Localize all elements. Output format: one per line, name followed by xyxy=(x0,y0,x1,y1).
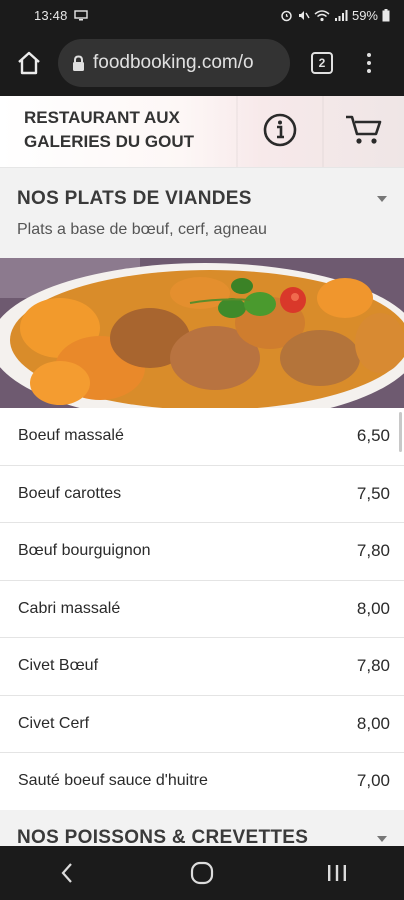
restaurant-header: RESTAURANT AUX GALERIES DU GOUT xyxy=(0,96,404,168)
browser-home-button[interactable] xyxy=(0,30,58,96)
menu-dot xyxy=(367,61,371,65)
item-name: Civet Bœuf xyxy=(18,657,99,675)
item-name: Boeuf carottes xyxy=(18,484,122,502)
nav-back-button[interactable] xyxy=(27,846,107,900)
menu-item[interactable]: Civet Cerf 8,00 xyxy=(0,695,404,753)
alarm-icon xyxy=(281,10,292,21)
status-time: 13:48 xyxy=(34,7,68,23)
menu-item[interactable]: Cabri massalé 8,00 xyxy=(0,580,404,638)
browser-toolbar: foodbooking.com/o 2 xyxy=(0,30,404,96)
curry-dish-illustration xyxy=(0,258,404,408)
tab-count: 2 xyxy=(311,52,333,74)
item-price: 7,80 xyxy=(356,656,390,676)
item-name: Boeuf massalé xyxy=(18,427,124,445)
menu-dot xyxy=(367,53,371,57)
item-price: 7,80 xyxy=(356,541,390,561)
wifi-icon xyxy=(314,9,330,21)
signal-icon xyxy=(334,9,348,21)
nav-home-button[interactable] xyxy=(162,846,242,900)
item-price: 7,50 xyxy=(356,483,390,503)
url-text: foodbooking.com/o xyxy=(93,52,254,73)
tabs-button[interactable]: 2 xyxy=(300,30,344,96)
category-header[interactable]: NOS PLATS DE VIANDES Plats a base de bœu… xyxy=(0,168,404,258)
menu-item[interactable]: Civet Bœuf 7,80 xyxy=(0,638,404,696)
battery-percent: 59% xyxy=(351,7,378,23)
browser-menu-button[interactable] xyxy=(344,30,394,96)
nav-recents-button[interactable] xyxy=(297,846,377,900)
category-title: NOS PLATS DE VIANDES xyxy=(17,188,252,209)
restaurant-name: RESTAURANT AUX GALERIES DU GOUT xyxy=(24,108,195,151)
system-navigation-bar xyxy=(0,846,404,900)
category-description: Plats a base de bœuf, cerf, agneau xyxy=(17,221,267,238)
menu-item[interactable]: Sauté boeuf sauce d'huitre 7,00 xyxy=(0,753,404,811)
item-name: Sauté boeuf sauce d'huitre xyxy=(18,772,208,790)
mute-icon xyxy=(298,10,310,20)
menu-item[interactable]: Boeuf carottes 7,50 xyxy=(0,465,404,523)
recents-icon xyxy=(327,865,346,881)
next-category-header[interactable]: NOS POISSONS & CREVETTES xyxy=(0,810,404,846)
menu-list: Boeuf massalé 6,50 Boeuf carottes 7,50 B… xyxy=(0,408,404,811)
chevron-down-icon xyxy=(377,196,387,202)
menu-item[interactable]: Bœuf bourguignon 7,80 xyxy=(0,523,404,581)
item-price: 7,00 xyxy=(356,771,390,791)
battery-icon xyxy=(382,8,390,21)
url-bar[interactable]: foodbooking.com/o xyxy=(58,39,290,87)
home-icon xyxy=(18,51,40,75)
scrollbar-thumb[interactable] xyxy=(399,412,402,452)
info-button[interactable] xyxy=(262,112,298,148)
chevron-down-icon xyxy=(377,836,387,842)
item-name: Civet Cerf xyxy=(18,714,90,732)
item-name: Bœuf bourguignon xyxy=(18,542,151,560)
category-dish-image xyxy=(0,258,404,408)
item-price: 8,00 xyxy=(356,713,390,733)
cart-button[interactable] xyxy=(344,112,384,148)
item-price: 8,00 xyxy=(356,598,390,618)
status-bar: 13:48 59% xyxy=(0,0,404,30)
back-icon xyxy=(61,863,73,883)
cart-icon xyxy=(346,115,382,144)
info-icon xyxy=(263,113,297,147)
menu-dot xyxy=(367,69,371,73)
next-category-title: NOS POISSONS & CREVETTES xyxy=(17,827,309,846)
item-price: 6,50 xyxy=(356,426,390,446)
screen-icon xyxy=(73,9,88,20)
item-name: Cabri massalé xyxy=(18,599,121,617)
home-nav-icon xyxy=(190,861,214,885)
lock-icon xyxy=(73,54,84,71)
menu-item[interactable]: Boeuf massalé 6,50 xyxy=(0,408,404,466)
